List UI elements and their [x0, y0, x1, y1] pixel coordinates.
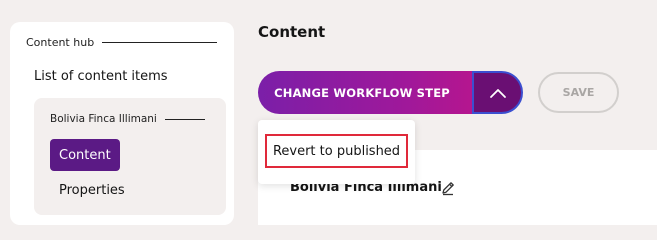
chevron-up-icon: [489, 88, 506, 98]
tab-properties[interactable]: Properties: [59, 183, 125, 198]
save-button[interactable]: SAVE: [538, 72, 619, 113]
pencil-icon[interactable]: [440, 180, 456, 196]
tab-content[interactable]: Content: [50, 139, 120, 171]
list-of-content-items-link[interactable]: List of content items: [34, 69, 168, 84]
divider: [164, 118, 205, 120]
content-hub-label: Content hub: [26, 36, 218, 49]
content-item-nav: Bolivia Finca Illimani Content Propertie…: [34, 98, 226, 215]
content-item-title-text: Bolivia Finca Illimani: [50, 113, 157, 125]
change-workflow-step-button[interactable]: CHANGE WORKFLOW STEP: [258, 71, 472, 114]
workflow-dropdown-toggle[interactable]: [472, 71, 523, 114]
sidebar-panel: Content hub List of content items Bolivi…: [10, 22, 234, 225]
divider: [102, 42, 218, 43]
menu-item-revert-to-published[interactable]: Revert to published: [265, 134, 408, 168]
workflow-dropdown-menu: Revert to published: [258, 120, 415, 184]
content-item-title: Bolivia Finca Illimani: [50, 113, 205, 125]
content-hub-text: Content hub: [26, 36, 95, 49]
workflow-split-button: CHANGE WORKFLOW STEP: [258, 71, 523, 114]
page-title: Content: [258, 23, 326, 41]
